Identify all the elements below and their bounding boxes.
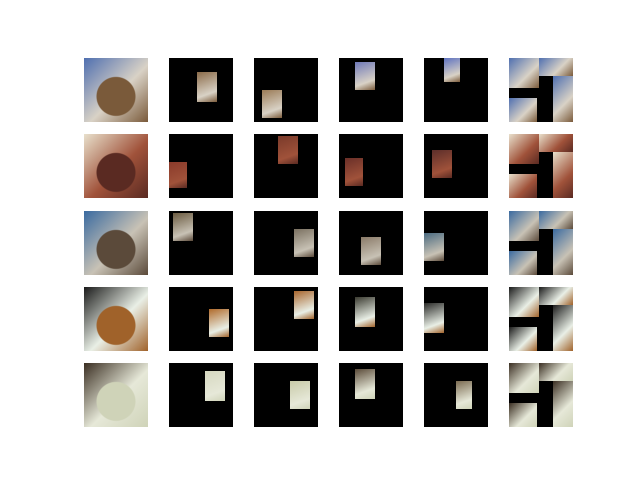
composite-reveal-3 <box>509 174 537 198</box>
visible-patch <box>355 369 375 399</box>
composite-reveal-1 <box>539 287 573 305</box>
visible-patch <box>294 229 314 257</box>
patch-tile-boombox-toy-1 <box>169 287 233 351</box>
visible-patch <box>355 297 375 327</box>
patch-tile-library-room-3 <box>339 211 403 275</box>
composite-reveal-0 <box>509 363 539 393</box>
patch-tile-boombox-toy-3 <box>339 287 403 351</box>
patch-tile-ornate-oval-frame-2 <box>254 134 318 198</box>
composite-reveal-2 <box>553 152 573 198</box>
patch-tile-dog-2 <box>254 58 318 122</box>
composite-tile-boombox-toy-5 <box>509 287 573 351</box>
composite-reveal-0 <box>509 211 539 241</box>
original-image-boombox-toy <box>84 287 148 351</box>
patch-tile-beetles-2 <box>254 363 318 427</box>
composite-reveal-3 <box>509 98 537 122</box>
composite-reveal-0 <box>509 287 539 317</box>
patch-tile-ornate-oval-frame-4 <box>424 134 488 198</box>
visible-patch <box>169 162 187 188</box>
visible-patch <box>205 371 225 401</box>
patch-tile-beetles-4 <box>424 363 488 427</box>
patch-tile-dog-3 <box>339 58 403 122</box>
patch-tile-boombox-toy-4 <box>424 287 488 351</box>
image-grid-figure <box>0 0 640 480</box>
patch-tile-library-room-1 <box>169 211 233 275</box>
visible-patch <box>355 62 375 90</box>
visible-patch <box>424 303 444 333</box>
composite-tile-beetles-5 <box>509 363 573 427</box>
visible-patch <box>361 237 381 265</box>
visible-patch <box>456 381 472 409</box>
original-image-library-room <box>84 211 148 275</box>
original-image-dog <box>84 58 148 122</box>
visible-patch <box>278 136 298 164</box>
composite-reveal-3 <box>509 327 537 351</box>
patch-tile-dog-1 <box>169 58 233 122</box>
composite-tile-dog-5 <box>509 58 573 122</box>
visible-patch <box>197 72 217 102</box>
visible-patch <box>444 58 460 82</box>
composite-reveal-1 <box>539 58 573 76</box>
composite-reveal-2 <box>553 381 573 427</box>
composite-tile-ornate-oval-frame-5 <box>509 134 573 198</box>
visible-patch <box>209 309 229 337</box>
patch-tile-library-room-2 <box>254 211 318 275</box>
original-image-beetles <box>84 363 148 427</box>
visible-patch <box>424 233 444 261</box>
composite-reveal-2 <box>553 305 573 351</box>
composite-reveal-0 <box>509 58 539 88</box>
patch-tile-dog-4 <box>424 58 488 122</box>
composite-tile-library-room-5 <box>509 211 573 275</box>
visible-patch <box>294 291 314 319</box>
patch-tile-beetles-1 <box>169 363 233 427</box>
patch-tile-ornate-oval-frame-1 <box>169 134 233 198</box>
patch-tile-beetles-3 <box>339 363 403 427</box>
visible-patch <box>290 381 310 409</box>
composite-reveal-1 <box>539 134 573 152</box>
visible-patch <box>345 158 363 186</box>
composite-reveal-2 <box>553 229 573 275</box>
composite-reveal-0 <box>509 134 539 164</box>
composite-reveal-1 <box>539 363 573 381</box>
visible-patch <box>432 150 452 178</box>
visible-patch <box>262 90 282 118</box>
composite-reveal-2 <box>553 76 573 122</box>
composite-reveal-3 <box>509 403 537 427</box>
patch-tile-boombox-toy-2 <box>254 287 318 351</box>
patch-tile-ornate-oval-frame-3 <box>339 134 403 198</box>
patch-tile-library-room-4 <box>424 211 488 275</box>
visible-patch <box>173 213 193 241</box>
composite-reveal-1 <box>539 211 573 229</box>
original-image-ornate-oval-frame <box>84 134 148 198</box>
composite-reveal-3 <box>509 251 537 275</box>
